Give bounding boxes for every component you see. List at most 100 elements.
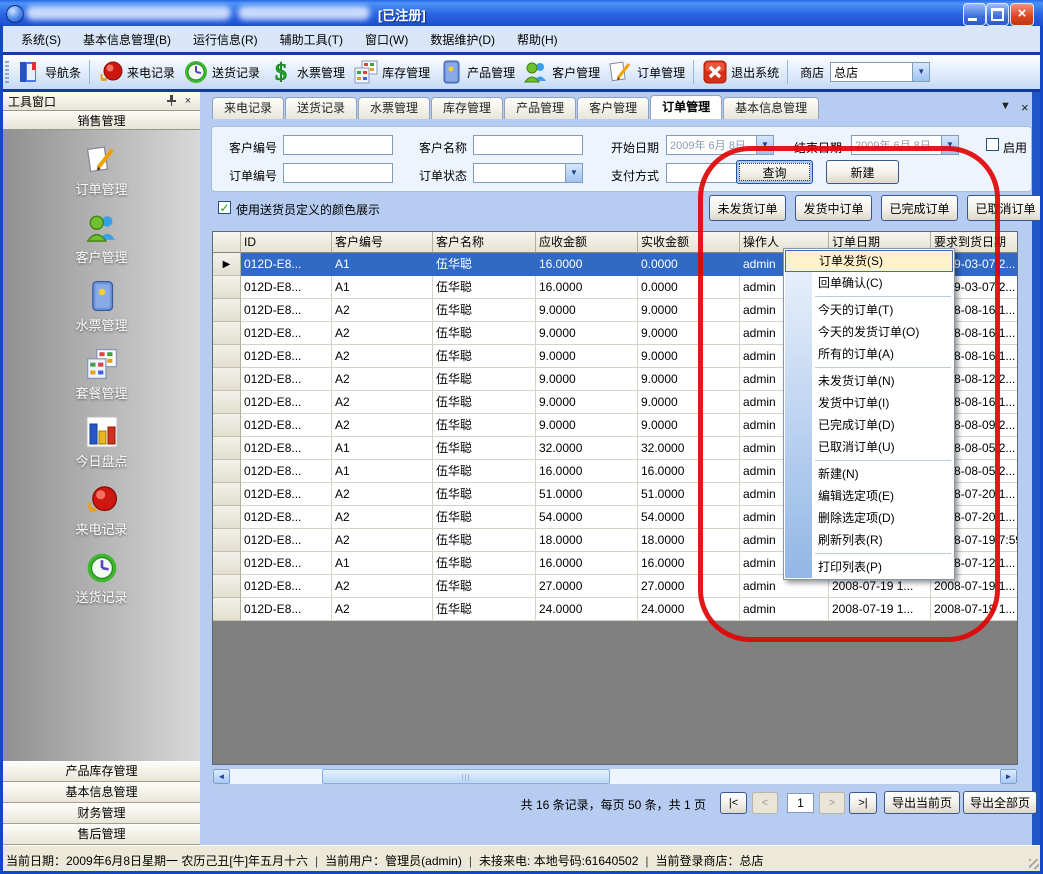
menu-item[interactable]: 窗口(W) [354,28,419,51]
table-cell-customer_no[interactable]: A1 [332,552,433,575]
chevron-down-icon[interactable]: ▼ [912,63,929,81]
table-cell-id[interactable]: 012D-E8... [241,253,332,276]
toolbar-order[interactable]: 订单管理 [604,57,689,87]
toolbar-water-ticket[interactable]: $ 水票管理 [264,57,349,87]
table-cell-id[interactable]: 012D-E8... [241,299,332,322]
table-cell-received[interactable]: 9.0000 [638,322,740,345]
order-no-input[interactable] [283,163,393,183]
table-cell-received[interactable]: 51.0000 [638,483,740,506]
table-cell-id[interactable]: 012D-E8... [241,322,332,345]
table-cell-customer_name[interactable]: 伍华聪 [433,575,536,598]
tab[interactable]: 订单管理 [650,95,722,119]
sidebar-group-bar[interactable]: 财务管理 [3,803,200,824]
context-menu-item[interactable]: 今天的订单(T) [785,299,953,321]
context-menu-item[interactable]: 回单确认(C) [785,272,953,294]
chevron-down-icon[interactable]: ▼ [756,136,773,154]
row-selector-cell[interactable] [213,575,241,598]
horizontal-scrollbar[interactable]: ◄ ► [212,768,1018,785]
sidebar-item-delivery-records[interactable]: 送货记录 [3,551,200,606]
row-selector-cell[interactable]: ▶ [213,253,241,276]
table-cell-id[interactable]: 012D-E8... [241,575,332,598]
row-selector-cell[interactable] [213,299,241,322]
sidebar-item-package-management[interactable]: 套餐管理 [3,347,200,402]
menu-item[interactable]: 系统(S) [10,28,72,51]
table-cell-receivable[interactable]: 9.0000 [536,368,638,391]
table-cell-customer_name[interactable]: 伍华聪 [433,345,536,368]
row-selector-cell[interactable] [213,460,241,483]
row-selector-cell[interactable] [213,483,241,506]
table-cell-receivable[interactable]: 9.0000 [536,322,638,345]
sidebar-item-order-management[interactable]: 订单管理 [3,143,200,198]
row-selector-cell[interactable] [213,529,241,552]
table-cell-received[interactable]: 9.0000 [638,391,740,414]
table-cell-customer_no[interactable]: A2 [332,506,433,529]
table-cell-customer_name[interactable]: 伍华聪 [433,529,536,552]
menu-item[interactable]: 运行信息(R) [182,28,269,51]
row-selector-cell[interactable] [213,552,241,575]
table-cell-customer_no[interactable]: A2 [332,322,433,345]
table-cell-receivable[interactable]: 24.0000 [536,598,638,621]
table-cell-receivable[interactable]: 9.0000 [536,414,638,437]
table-cell-customer_name[interactable]: 伍华聪 [433,414,536,437]
table-cell-receivable[interactable]: 9.0000 [536,299,638,322]
row-selector-cell[interactable] [213,437,241,460]
table-cell-customer_name[interactable]: 伍华聪 [433,322,536,345]
table-cell-received[interactable]: 24.0000 [638,598,740,621]
table-cell-operator[interactable]: admin [740,598,829,621]
tab[interactable]: 送货记录 [285,97,357,119]
maximize-button[interactable] [986,3,1009,26]
table-cell-customer_no[interactable]: A1 [332,460,433,483]
table-row[interactable]: 012D-E8...A2伍华聪24.000024.0000admin2008-0… [213,598,1017,621]
toolbar-grip[interactable] [5,61,9,83]
column-header-sel[interactable] [213,232,241,253]
chevron-down-icon[interactable]: ▼ [941,136,958,154]
order-status-filter-button[interactable]: 发货中订单 [795,195,872,221]
tab[interactable]: 库存管理 [431,97,503,119]
table-cell-received[interactable]: 0.0000 [638,276,740,299]
end-date-picker[interactable]: 2009年 6月 8日 ▼ [851,135,959,155]
shop-select[interactable]: 总店 ▼ [830,62,930,82]
resize-grip[interactable] [1029,859,1039,869]
row-selector-cell[interactable] [213,598,241,621]
table-cell-receivable[interactable]: 32.0000 [536,437,638,460]
table-cell-id[interactable]: 012D-E8... [241,552,332,575]
tab[interactable]: 基本信息管理 [723,97,819,119]
table-cell-received[interactable]: 32.0000 [638,437,740,460]
table-cell-required_date[interactable]: 2008-07-19 1... [931,598,1017,621]
last-page-button[interactable]: >| [849,792,877,814]
table-cell-received[interactable]: 9.0000 [638,368,740,391]
toolbar-customer[interactable]: 客户管理 [519,57,604,87]
table-cell-id[interactable]: 012D-E8... [241,529,332,552]
menu-item[interactable]: 帮助(H) [506,28,569,51]
column-header-received[interactable]: 实收金额 [638,232,740,253]
sidebar-item-water-ticket[interactable]: 水票管理 [3,279,200,334]
table-cell-customer_name[interactable]: 伍华聪 [433,460,536,483]
sidebar-item-customer-management[interactable]: 客户管理 [3,211,200,266]
order-status-select[interactable]: ▼ [473,163,583,183]
export-all-pages-button[interactable]: 导出全部页 [963,791,1037,814]
table-cell-customer_no[interactable]: A1 [332,276,433,299]
table-cell-customer_name[interactable]: 伍华聪 [433,253,536,276]
table-cell-order_date[interactable]: 2008-07-19 1... [829,598,931,621]
table-cell-customer_no[interactable]: A2 [332,483,433,506]
scroll-left-icon[interactable]: ◄ [213,769,230,784]
sidebar-group-bar[interactable]: 售后管理 [3,824,200,845]
table-cell-customer_name[interactable]: 伍华聪 [433,483,536,506]
table-cell-receivable[interactable]: 18.0000 [536,529,638,552]
tab[interactable]: 客户管理 [577,97,649,119]
export-current-page-button[interactable]: 导出当前页 [884,791,960,814]
table-cell-received[interactable]: 9.0000 [638,345,740,368]
context-menu-item[interactable]: 所有的订单(A) [785,343,953,365]
table-cell-id[interactable]: 012D-E8... [241,460,332,483]
table-cell-customer_name[interactable]: 伍华聪 [433,276,536,299]
column-header-customer_no[interactable]: 客户编号 [332,232,433,253]
table-cell-receivable[interactable]: 16.0000 [536,253,638,276]
sidebar-group-bar[interactable]: 基本信息管理 [3,782,200,803]
table-cell-customer_no[interactable]: A2 [332,414,433,437]
row-selector-cell[interactable] [213,391,241,414]
context-menu-item[interactable]: 编辑选定项(E) [785,485,953,507]
table-cell-receivable[interactable]: 16.0000 [536,552,638,575]
context-menu-item[interactable]: 删除选定项(D) [785,507,953,529]
table-cell-receivable[interactable]: 9.0000 [536,391,638,414]
table-cell-id[interactable]: 012D-E8... [241,414,332,437]
